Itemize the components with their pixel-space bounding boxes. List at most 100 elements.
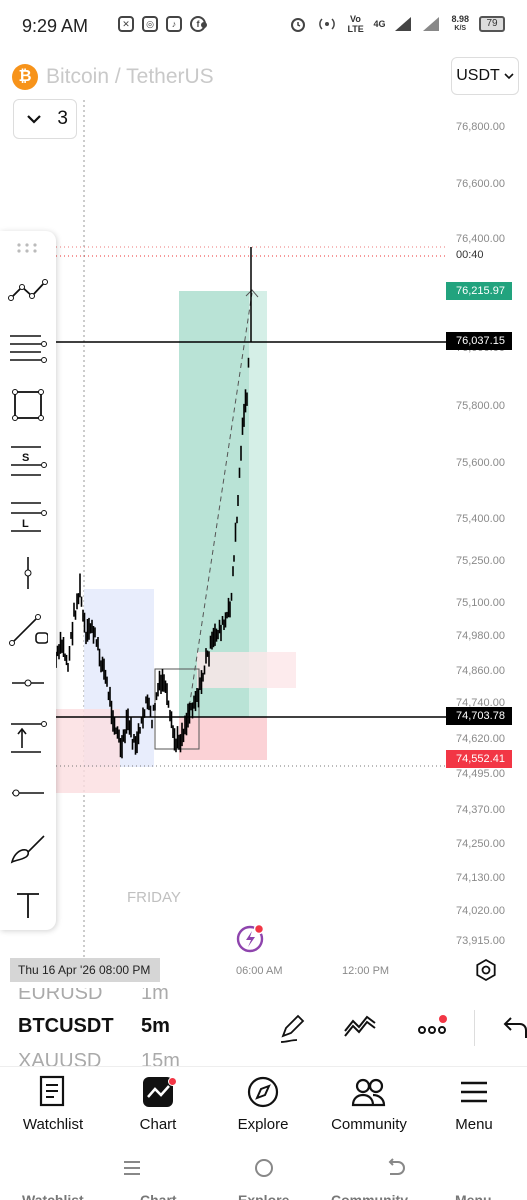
- drawing-pencil-icon[interactable]: [275, 1010, 311, 1046]
- vertical-line-tool[interactable]: [6, 551, 50, 595]
- time-tick: 06:00 AM: [236, 965, 283, 977]
- rectangle-icon: [12, 389, 44, 421]
- measure-tool[interactable]: [6, 716, 50, 760]
- tab-watchlist[interactable]: Watchlist: [3, 1075, 103, 1133]
- flash-alert-icon[interactable]: [234, 921, 266, 953]
- price-tick: 74,370.00: [456, 804, 505, 816]
- symbol-header[interactable]: ₿ Bitcoin / TetherUS: [12, 64, 214, 90]
- price-axis[interactable]: 76,800.0076,600.0076,400.0076,000.0075,8…: [446, 0, 527, 990]
- pen-tool[interactable]: [6, 828, 50, 872]
- horizontal-line-tool[interactable]: [6, 771, 50, 815]
- tab-label: Chart: [139, 1116, 177, 1133]
- chart-notification-dot: [168, 1077, 177, 1086]
- ghost-tab-label: Watchlist: [22, 1192, 84, 1200]
- price-tick: 75,100.00: [456, 597, 505, 609]
- long-position-icon: L: [11, 502, 47, 532]
- tab-explore[interactable]: Explore: [213, 1075, 313, 1133]
- short-position-tool[interactable]: S: [6, 439, 50, 483]
- indicators-collapse-button[interactable]: 3: [13, 99, 77, 139]
- tab-label: Explore: [237, 1116, 289, 1133]
- ghost-tab-label: Community: [331, 1192, 408, 1200]
- trend-line-icon: [8, 279, 48, 301]
- main-tab-bar: Watchlist Chart Explore Community Menu: [0, 1066, 527, 1146]
- home-icon[interactable]: [252, 1156, 276, 1180]
- chevron-down-icon: [27, 115, 41, 124]
- community-icon: [351, 1078, 386, 1107]
- drag-handle-icon[interactable]: [16, 241, 38, 255]
- price-tick: 76,600.00: [456, 178, 505, 190]
- day-label: FRIDAY: [127, 889, 181, 906]
- indicators-icon[interactable]: [342, 1010, 378, 1046]
- indicator-count: 3: [57, 108, 68, 129]
- price-tick: 75,250.00: [456, 555, 505, 567]
- trend-line-tool[interactable]: [6, 269, 50, 313]
- current-interval[interactable]: 5m: [141, 1015, 170, 1038]
- measure-icon: [11, 721, 47, 753]
- tab-chart[interactable]: Chart: [108, 1075, 208, 1133]
- quote-currency-select[interactable]: USDT: [451, 57, 519, 95]
- price-tick: 74,250.00: [456, 838, 505, 850]
- svg-text:S: S: [22, 452, 29, 464]
- horizontal-ray-tool[interactable]: [6, 661, 50, 705]
- symbol-interval-strip: EURUSD 1m BTCUSDT 5m XAUUSD 15m: [0, 988, 527, 1066]
- short-position-icon: S: [11, 446, 47, 476]
- price-tick: 76,800.00: [456, 121, 505, 133]
- strip-divider: [474, 1010, 475, 1046]
- price-tick: 73,915.00: [456, 935, 505, 947]
- long-position-tool[interactable]: L: [6, 495, 50, 539]
- text-icon: [17, 893, 39, 918]
- price-tick: 74,495.00: [456, 768, 505, 780]
- hamburger-icon: [461, 1081, 487, 1103]
- svg-text:L: L: [22, 518, 29, 530]
- price-tick: 74,860.00: [456, 665, 505, 677]
- bitcoin-logo-icon: ₿: [12, 64, 38, 90]
- take-profit-tag: 76,215.97: [446, 282, 512, 300]
- stop-loss-tag: 74,552.41: [446, 750, 512, 768]
- entry-price-tag: 74,703.78: [446, 707, 512, 725]
- ghost-tab-label: Chart: [140, 1192, 177, 1200]
- loss-zone-right: [197, 652, 296, 688]
- candle-countdown: 00:40: [456, 249, 484, 261]
- prev-interval[interactable]: 1m: [141, 988, 169, 1005]
- price-tick: 75,600.00: [456, 457, 505, 469]
- vertical-line-icon: [24, 557, 32, 589]
- loss-zone: [179, 717, 267, 760]
- rectangle-tool[interactable]: [6, 383, 50, 427]
- system-nav-bar: Watchlist Chart Explore Community Menu: [0, 1146, 527, 1200]
- ghost-tab-label: Menu: [455, 1192, 492, 1200]
- tab-label: Menu: [455, 1116, 493, 1133]
- horizontal-line-icon: [12, 679, 44, 687]
- text-tool[interactable]: [6, 883, 50, 927]
- prev-symbol[interactable]: EURUSD: [18, 988, 102, 1005]
- price-tick: 75,400.00: [456, 513, 505, 525]
- current-symbol[interactable]: BTCUSDT: [18, 1015, 118, 1038]
- undo-icon[interactable]: [496, 1010, 527, 1046]
- tab-label: Watchlist: [22, 1116, 84, 1133]
- time-axis[interactable]: Thu 16 Apr '26 08:00 PM 06:00 AM 12:00 P…: [0, 958, 527, 988]
- brush-tool[interactable]: [6, 607, 50, 651]
- pen-brush-icon: [10, 835, 45, 864]
- price-tick: 74,130.00: [456, 872, 505, 884]
- symbol-title[interactable]: Bitcoin / TetherUS: [46, 65, 214, 89]
- tab-community[interactable]: Community: [319, 1075, 419, 1133]
- price-tick: 74,620.00: [456, 733, 505, 745]
- more-options-icon[interactable]: [414, 1010, 450, 1046]
- price-tick: 76,400.00: [456, 233, 505, 245]
- tab-menu[interactable]: Menu: [424, 1075, 524, 1133]
- watchlist-icon: [39, 1075, 65, 1107]
- compass-icon: [247, 1076, 279, 1108]
- next-symbol[interactable]: XAUUSD: [18, 1050, 101, 1066]
- tab-label: Community: [331, 1116, 407, 1133]
- current-price-tag: 76,037.15: [446, 332, 512, 350]
- next-interval[interactable]: 15m: [141, 1050, 180, 1066]
- recent-apps-icon[interactable]: [120, 1156, 144, 1180]
- time-tick: 12:00 PM: [342, 965, 390, 977]
- price-tick: 75,800.00: [456, 400, 505, 412]
- drawing-toolbar: S L: [0, 231, 56, 930]
- quote-currency-value: USDT: [456, 67, 500, 84]
- ghost-tab-label: Explore: [238, 1192, 290, 1200]
- chart-settings-icon[interactable]: [474, 958, 498, 982]
- fib-retracement-tool[interactable]: [6, 326, 50, 370]
- red-zone-left: [56, 709, 120, 793]
- back-icon[interactable]: [384, 1156, 408, 1180]
